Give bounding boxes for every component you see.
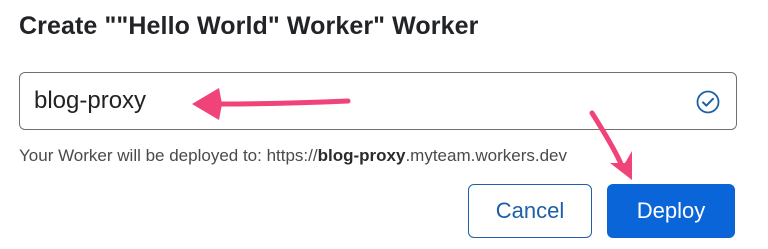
worker-name-input[interactable] — [34, 73, 674, 129]
worker-name-field[interactable] — [19, 72, 737, 130]
cancel-button[interactable]: Cancel — [468, 184, 592, 238]
helper-prefix: Your Worker will be deployed to: https:/… — [19, 146, 318, 165]
check-circle-icon — [696, 90, 720, 114]
helper-suffix: .myteam.workers.dev — [405, 146, 567, 165]
dialog-title: Create ""Hello World" Worker" Worker — [19, 12, 479, 40]
deploy-url-helper-text: Your Worker will be deployed to: https:/… — [19, 146, 567, 166]
helper-subdomain: blog-proxy — [317, 146, 406, 165]
deploy-button[interactable]: Deploy — [607, 184, 735, 238]
